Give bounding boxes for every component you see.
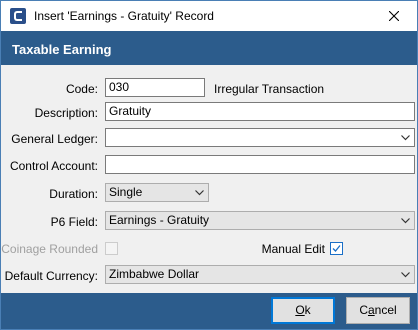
cancel-button[interactable]: Cancel [346,297,410,324]
description-field[interactable]: Gratuity [105,102,415,121]
default-currency-select[interactable]: Zimbabwe Dollar [105,265,415,284]
manual-edit-checkbox[interactable] [330,242,343,255]
title-bar: Insert 'Earnings - Gratuity' Record [1,1,417,31]
duration-label: Duration: [49,187,98,201]
duration-value: Single [109,185,143,199]
ok-button-label: k [304,303,311,317]
chevron-down-icon [401,218,410,224]
dialog-window: Insert 'Earnings - Gratuity' Record Taxa… [0,0,418,330]
chevron-down-icon [195,190,204,196]
code-field[interactable]: 030 [105,78,205,97]
p6-field-label: P6 Field: [50,215,98,229]
p6-field-select[interactable]: Earnings - Gratuity [105,211,415,230]
control-account-label: Control Account: [9,159,98,173]
ok-button-mnemonic: O [295,303,305,317]
code-label: Code: [65,82,98,96]
header-band: Taxable Earning [1,31,417,65]
close-button[interactable] [371,1,417,31]
chevron-down-icon [401,135,410,141]
description-label: Description: [34,106,98,120]
coinage-rounded-label: Coinage Rounded [1,242,98,256]
footer-bar: Ok Cancel [1,293,417,329]
code-note: Irregular Transaction [214,82,325,96]
default-currency-label: Default Currency: [4,269,98,283]
cancel-button-mnemonic: a [367,303,375,317]
form-heading: Taxable Earning [12,42,112,57]
cancel-button-label-start: C [359,303,368,317]
window-title: Insert 'Earnings - Gratuity' Record [34,9,214,23]
cancel-button-label-end: ncel [374,303,397,317]
checkmark-icon [332,245,341,252]
manual-edit-label: Manual Edit [261,242,325,256]
chevron-down-icon [401,272,410,278]
general-ledger-combo[interactable] [105,128,415,147]
control-account-field[interactable] [105,155,415,174]
default-currency-value: Zimbabwe Dollar [109,267,200,281]
p6-field-value: Earnings - Gratuity [109,213,210,227]
coinage-rounded-checkbox[interactable] [105,242,118,255]
ok-button[interactable]: Ok [271,297,335,324]
app-icon [10,8,26,24]
general-ledger-label: General Ledger: [11,132,98,146]
close-icon [389,11,399,21]
duration-select[interactable]: Single [105,183,209,202]
